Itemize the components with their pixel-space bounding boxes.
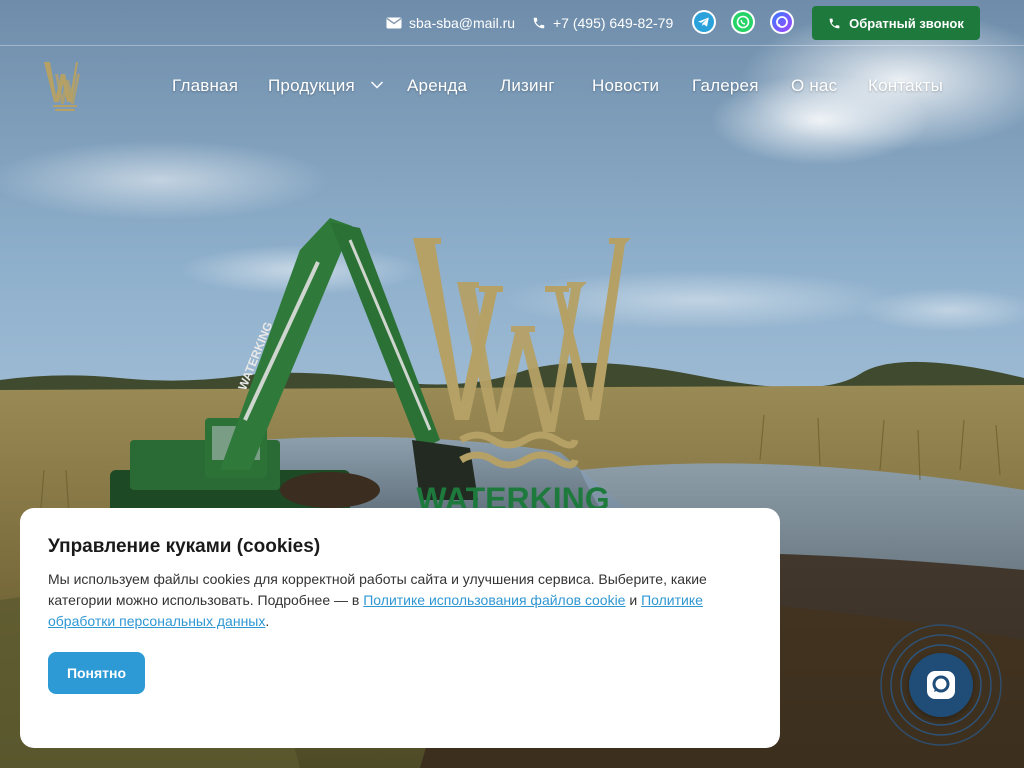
chat-bubble-icon [927, 671, 955, 699]
cookie-consent-dialog: Управление куками (cookies) Мы используе… [20, 508, 780, 748]
max-messenger-icon [772, 12, 792, 32]
cookie-accept-button[interactable]: Понятно [48, 652, 145, 694]
whatsapp-icon [733, 12, 753, 32]
phone-link[interactable]: +7 (495) 649-82-79 [532, 0, 673, 46]
nav-item-news[interactable]: Новости [592, 72, 659, 100]
cookie-policy-link[interactable]: Политике использования файлов cookie [363, 592, 625, 608]
nav-item-contacts[interactable]: Контакты [868, 72, 943, 100]
telegram-link[interactable] [692, 10, 716, 34]
chat-widget-button[interactable] [909, 653, 973, 717]
phone-text: +7 (495) 649-82-79 [553, 15, 674, 31]
hero-logo: WATERKING [395, 232, 631, 517]
nav-item-about[interactable]: О нас [791, 72, 837, 100]
email-link[interactable]: sba-sba@mail.ru [386, 0, 515, 46]
cookie-title: Управление куками (cookies) [48, 536, 321, 557]
whatsapp-link[interactable] [731, 10, 755, 34]
telegram-icon [694, 12, 714, 32]
cookie-text-after: . [265, 613, 270, 629]
callback-button[interactable]: Обратный звонок [812, 6, 980, 40]
cookie-text-middle: и [625, 592, 642, 608]
mail-icon [386, 17, 402, 29]
main-nav: Главная Продукция Аренда Лизинг Новости … [0, 72, 1024, 100]
callback-label: Обратный звонок [849, 15, 964, 31]
nav-item-home[interactable]: Главная [172, 72, 238, 100]
cookie-description: Мы используем файлы cookies для корректн… [48, 569, 738, 632]
contact-bar: sba-sba@mail.ru +7 (495) 649-82-79 Обрат… [0, 0, 1024, 46]
nav-item-products[interactable]: Продукция [268, 72, 355, 100]
max-messenger-link[interactable] [770, 10, 794, 34]
phone-icon [829, 18, 840, 28]
nav-item-rent[interactable]: Аренда [407, 72, 467, 100]
email-text: sba-sba@mail.ru [409, 15, 516, 31]
chevron-down-icon[interactable] [370, 80, 384, 90]
nav-item-gallery[interactable]: Галерея [692, 72, 759, 100]
phone-icon [533, 17, 545, 29]
nav-item-leasing[interactable]: Лизинг [500, 72, 555, 100]
